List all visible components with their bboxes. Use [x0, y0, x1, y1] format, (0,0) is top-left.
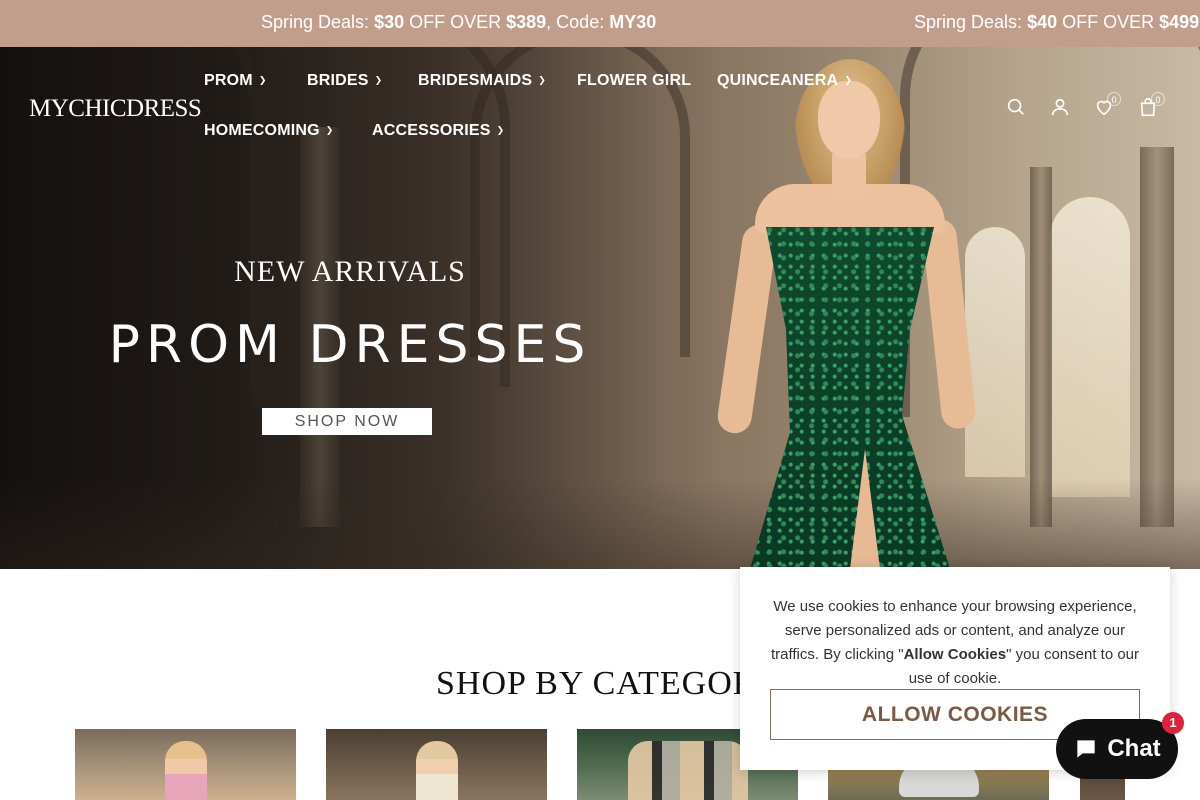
nav-item-homecoming[interactable]: HOMECOMING ❯: [204, 122, 334, 140]
cookie-message: We use cookies to enhance your browsing …: [770, 598, 1140, 687]
wishlist-count: 0: [1107, 92, 1121, 106]
chevron-down-icon: ❯: [538, 74, 546, 85]
category-image: [415, 741, 458, 800]
nav-item-flower-girl[interactable]: FLOWER GIRL: [577, 72, 691, 90]
category-image: [627, 741, 748, 800]
chat-button[interactable]: Chat: [1056, 719, 1178, 779]
nav-item-prom[interactable]: PROM ❯: [204, 72, 267, 90]
hero-banner[interactable]: NEW ARRIVALS PROM DRESSES SHOP NOW: [0, 47, 1200, 569]
wishlist-button[interactable]: 0: [1093, 92, 1121, 118]
chevron-down-icon: ❯: [374, 74, 383, 85]
hero-title: PROM DRESSES: [108, 315, 592, 375]
chevron-down-icon: ❯: [325, 124, 334, 135]
search-icon[interactable]: [1005, 96, 1027, 118]
nav-item-quinceanera[interactable]: QUINCEANERA ❯: [717, 72, 852, 90]
chevron-down-icon: ❯: [258, 74, 267, 85]
announcement-bar: Spring Deals: $30 OFF OVER $389, Code: M…: [0, 0, 1200, 47]
nav-item-bridesmaids[interactable]: BRIDESMAIDS ❯: [418, 72, 546, 90]
user-icon[interactable]: [1049, 96, 1071, 118]
hero-subtitle: NEW ARRIVALS: [234, 255, 466, 288]
nav-item-accessories[interactable]: ACCESSORIES ❯: [372, 122, 504, 140]
hero-shade: [0, 47, 1200, 569]
site-logo[interactable]: MYCHICDRESS: [29, 95, 202, 123]
announcement-message-2: Spring Deals: $40 OFF OVER $499,: [914, 12, 1200, 32]
chat-unread-badge: 1: [1162, 712, 1184, 734]
category-image: [164, 741, 207, 800]
hero-model-image: [700, 59, 1000, 569]
chat-bubble-icon: [1077, 740, 1095, 758]
chevron-down-icon: ❯: [496, 124, 505, 135]
section-title: SHOP BY CATEGORY: [436, 665, 781, 702]
shop-now-button[interactable]: SHOP NOW: [262, 408, 432, 435]
category-card[interactable]: [75, 729, 296, 800]
announcement-message-1: Spring Deals: $30 OFF OVER $389, Code: M…: [261, 12, 657, 32]
cart-count: 0: [1151, 92, 1165, 106]
category-card[interactable]: [326, 729, 547, 800]
chevron-down-icon: ❯: [844, 74, 853, 85]
cart-button[interactable]: 0: [1137, 92, 1165, 118]
nav-item-brides[interactable]: BRIDES ❯: [307, 72, 382, 90]
